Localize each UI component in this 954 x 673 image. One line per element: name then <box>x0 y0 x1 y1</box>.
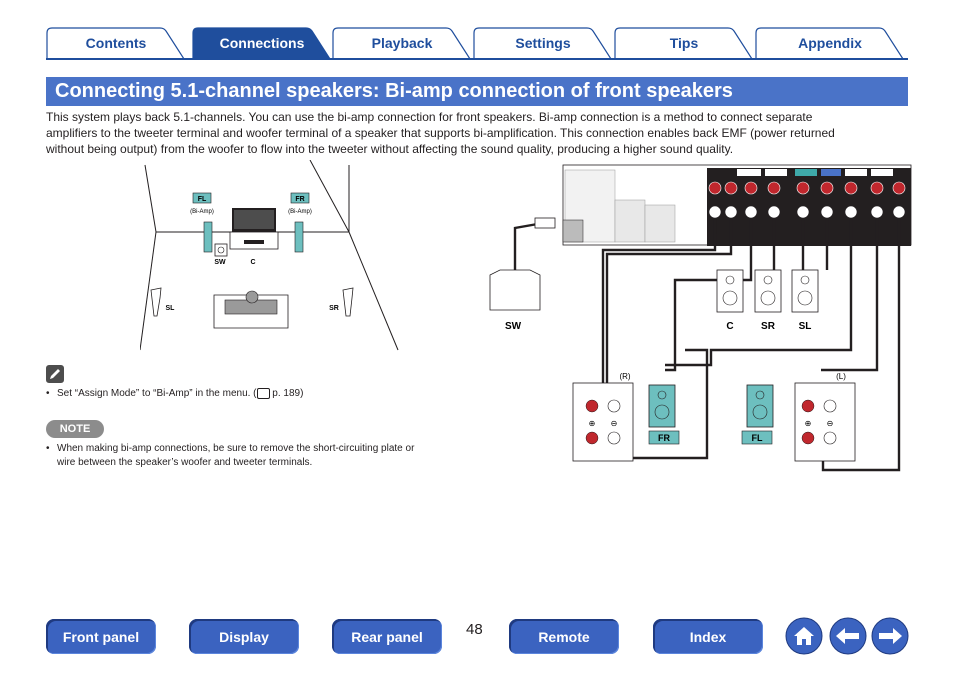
c-label: C <box>250 259 255 266</box>
tab-label: Playback <box>371 35 433 51</box>
minus-symbol: ⊖ <box>827 419 834 428</box>
remote-button[interactable]: Remote <box>509 619 619 654</box>
intro-line: without being output) from the woofer to… <box>46 142 734 156</box>
bullet: • <box>46 443 50 454</box>
intro-line: amplifiers to the tweeter terminal and w… <box>46 126 835 140</box>
sw-label: SW <box>505 321 522 332</box>
tab-connections[interactable]: Connections <box>192 27 332 59</box>
rca-plug <box>534 217 556 229</box>
fl-label: FL <box>198 196 207 203</box>
rear-panel-button[interactable]: Rear panel <box>332 619 442 654</box>
subwoofer-icon <box>489 269 541 311</box>
fl-speaker-icon <box>746 384 774 428</box>
fr-speaker-icon <box>648 384 676 428</box>
page-ref-icon[interactable] <box>256 387 270 399</box>
tip-item: • Set “Assign Mode” to “Bi-Amp” in the m… <box>46 387 466 401</box>
fl-bi-amp-label: (Bi-Amp) <box>190 209 214 215</box>
fl-speaker-icon <box>203 221 213 253</box>
tab-label: Settings <box>515 35 571 51</box>
page-title: Connecting 5.1-channel speakers: Bi-amp … <box>46 77 908 106</box>
listener-icon <box>245 290 259 304</box>
fr-label: FR <box>658 433 670 443</box>
sw-label: SW <box>214 259 226 266</box>
tab-label: Appendix <box>798 35 862 51</box>
display-button[interactable]: Display <box>189 619 299 654</box>
bullet: • <box>46 388 50 399</box>
tab-appendix[interactable]: Appendix <box>755 27 905 59</box>
sl-speaker-icon <box>791 269 819 313</box>
tab-label: Tips <box>669 35 699 51</box>
tab-underline <box>46 58 908 60</box>
note-line: wire between the speaker’s woofer and tw… <box>57 457 313 468</box>
tab-label: Contents <box>85 35 147 51</box>
index-button[interactable]: Index <box>653 619 763 654</box>
tab-contents[interactable]: Contents <box>46 27 186 59</box>
note-badge: NOTE <box>46 420 104 438</box>
tab-bar: Contents Connections Playback Settings T… <box>46 27 908 59</box>
sr-speaker-icon <box>342 287 354 317</box>
sl-label: SL <box>166 305 176 312</box>
tab-settings[interactable]: Settings <box>473 27 613 59</box>
intro-line: This system plays back 5.1-channels. You… <box>46 110 813 124</box>
front-panel-button[interactable]: Front panel <box>46 619 156 654</box>
fr-bi-amp-label: (Bi-Amp) <box>288 209 312 215</box>
intro-text: This system plays back 5.1-channels. You… <box>46 109 908 157</box>
sr-label: SR <box>761 321 776 332</box>
c-label: C <box>726 321 733 332</box>
tab-playback[interactable]: Playback <box>332 27 472 59</box>
pencil-icon <box>46 365 64 383</box>
home-icon[interactable] <box>785 617 823 655</box>
plus-symbol: ⊕ <box>589 419 596 428</box>
center-speaker-icon <box>716 269 744 313</box>
center-speaker-icon <box>244 240 264 244</box>
tab-label: Connections <box>219 35 305 51</box>
wiring-diagram: SW C SR SL (R) ⊕ ⊖ FR (L) ⊕ ⊖ FL <box>489 164 912 472</box>
room-layout-figure: FL FR (Bi-Amp) (Bi-Amp) SW C SL SR <box>140 160 399 351</box>
r-channel-label: (R) <box>619 372 630 381</box>
sl-speaker-icon <box>150 287 162 317</box>
fr-label: FR <box>295 196 304 203</box>
tip-page-ref[interactable]: p. 189) <box>270 388 303 399</box>
tab-tips[interactable]: Tips <box>614 27 754 59</box>
minus-symbol: ⊖ <box>611 419 618 428</box>
fl-label: FL <box>752 433 763 443</box>
sl-label: SL <box>799 321 812 332</box>
tip-text: Set “Assign Mode” to “Bi-Amp” in the men… <box>57 388 257 399</box>
fr-speaker-terminals <box>572 382 634 462</box>
fr-speaker-icon <box>294 221 304 253</box>
sr-label: SR <box>329 305 339 312</box>
back-arrow-icon[interactable] <box>829 617 867 655</box>
forward-arrow-icon[interactable] <box>871 617 909 655</box>
sr-speaker-icon <box>754 269 782 313</box>
plus-symbol: ⊕ <box>805 419 812 428</box>
page-number: 48 <box>466 621 483 638</box>
note-line: When making bi-amp connections, be sure … <box>57 443 415 454</box>
note-text: When making bi-amp connections, be sure … <box>57 442 466 470</box>
l-channel-label: (L) <box>836 372 846 381</box>
subwoofer-pre-out-jack <box>562 219 584 243</box>
note-item: • When making bi-amp connections, be sur… <box>46 442 466 470</box>
subwoofer-icon <box>214 243 228 257</box>
